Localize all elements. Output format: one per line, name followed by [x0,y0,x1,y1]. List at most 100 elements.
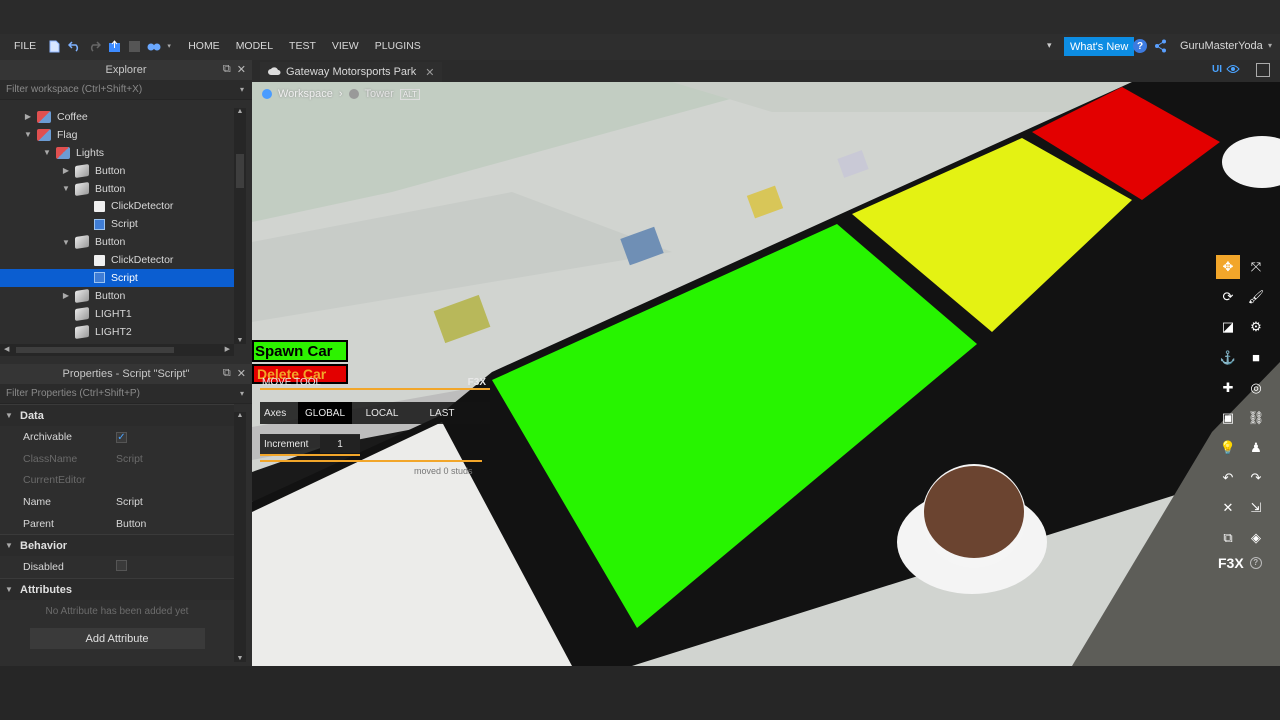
axes-local-option[interactable]: LOCAL [352,408,412,419]
scroll-up-arrow-icon[interactable]: ▲ [234,412,246,419]
tab-home[interactable]: HOME [180,40,228,52]
scroll-left-arrow-icon[interactable]: ◀ [4,345,9,353]
close-icon[interactable]: ✕ [237,63,246,76]
breadcrumb-tower[interactable]: Tower [365,88,394,100]
redo-tool-icon[interactable]: ↷ [1244,466,1268,490]
delete-tool-icon[interactable]: ✕ [1216,496,1240,520]
3d-viewport[interactable]: Workspace › Tower ALT Spawn Car Delete C… [252,82,1280,666]
help-icon[interactable]: ? [1249,556,1262,569]
explorer-item[interactable]: ▼ Button [0,180,234,198]
chevron-down-icon[interactable]: ▾ [165,37,173,55]
section-attributes[interactable]: ▼ Attributes [0,578,234,601]
spawn-car-button[interactable]: Spawn Car [252,340,348,362]
chevron-down-icon[interactable]: ▼ [61,184,71,193]
explorer-item[interactable]: LIGHT1 [0,305,234,323]
redo-icon[interactable] [85,37,103,55]
undo-tool-icon[interactable]: ↶ [1216,466,1240,490]
chevron-right-icon[interactable]: ▶ [23,112,33,121]
rotate-tool-icon[interactable]: ⟳ [1216,285,1240,309]
scroll-down-arrow-icon[interactable]: ▼ [234,655,246,662]
weld-tool-icon[interactable]: ⛓ [1244,406,1268,430]
explorer-filter-input[interactable]: Filter workspace (Ctrl+Shift+X) ▾ [0,80,252,100]
explorer-item[interactable]: Script [0,215,234,233]
stop-icon[interactable] [125,37,143,55]
clone-tool-icon[interactable]: ⧉ [1216,526,1240,550]
section-behavior[interactable]: ▼ Behavior [0,534,234,557]
close-icon[interactable]: ✕ [237,367,246,380]
tab-view[interactable]: VIEW [324,40,367,52]
close-tab-icon[interactable]: ✕ [425,66,434,79]
scroll-up-arrow-icon[interactable]: ▲ [234,108,246,115]
breadcrumb-workspace[interactable]: Workspace [278,88,333,100]
explorer-item[interactable]: LIGHT2 [0,323,234,341]
chevron-down-icon[interactable]: ▼ [23,130,33,139]
tab-model[interactable]: MODEL [228,40,281,52]
chevron-down-icon[interactable]: ▾ [240,389,244,398]
expand-arrow-icon[interactable]: ▼ [4,411,14,420]
explorer-horizontal-scrollbar[interactable]: ◀ ▶ [0,344,234,356]
user-menu-chevron-icon[interactable]: ▾ [1268,41,1272,50]
scroll-thumb[interactable] [236,154,244,188]
section-data[interactable]: ▼ Data [0,404,234,426]
fullscreen-icon[interactable] [1256,63,1270,77]
texture-tool-icon[interactable]: ▣ [1216,406,1240,430]
paint-tool-icon[interactable]: 🖌 [1244,285,1268,309]
share-icon[interactable] [1154,39,1167,56]
mesh-tool-icon[interactable]: ◎ [1244,376,1268,400]
eye-icon[interactable] [1226,64,1240,77]
properties-vertical-scrollbar[interactable]: ▲ ▼ [234,412,246,662]
chevron-right-icon[interactable]: ▶ [61,166,71,175]
name-field[interactable]: Script [116,496,143,508]
explorer-vertical-scrollbar[interactable]: ▲ ▼ [234,108,246,344]
tab-plugins[interactable]: PLUGINS [367,40,429,52]
chevron-right-icon[interactable]: ▶ [61,291,71,300]
undo-icon[interactable] [65,37,83,55]
increment-input[interactable]: 1 [320,435,360,453]
axes-last-option[interactable]: LAST [412,408,472,419]
explorer-item[interactable]: ▼ Lights [0,144,234,162]
file-menu[interactable]: FILE [0,40,44,52]
explorer-item[interactable]: ▼ Flag [0,126,234,144]
new-file-icon[interactable] [45,37,63,55]
undock-icon[interactable]: ⧉ [223,63,231,76]
help-icon[interactable]: ? [1133,39,1147,53]
chevron-down-icon[interactable]: ▾ [240,85,244,94]
explorer-item[interactable]: ClickDetector [0,251,234,269]
parent-field[interactable]: Button [116,518,146,530]
axes-global-option[interactable]: GLOBAL [298,402,352,424]
new-part-tool-icon[interactable]: ✚ [1216,376,1240,400]
publish-icon[interactable] [105,37,123,55]
disabled-checkbox[interactable] [116,560,127,572]
expand-arrow-icon[interactable]: ▼ [4,585,14,594]
properties-filter-input[interactable]: Filter Properties (Ctrl+Shift+P) ▾ [0,384,252,404]
explorer-item[interactable]: ▶ Coffee [0,108,234,126]
add-attribute-button[interactable]: Add Attribute [29,628,205,650]
decorate-tool-icon[interactable]: ♟ [1244,436,1268,460]
ribbon-collapse-icon[interactable]: ▾ [1047,40,1052,51]
surface-tool-icon[interactable]: ◪ [1216,315,1240,339]
group-tool-icon[interactable]: ◈ [1244,526,1268,550]
chevron-down-icon[interactable]: ▼ [61,238,71,247]
move-tool-icon[interactable]: ✥ [1216,255,1240,279]
explorer-item[interactable]: ▼ Button [0,233,234,251]
scroll-down-arrow-icon[interactable]: ▼ [234,337,246,344]
team-create-icon[interactable] [145,37,163,55]
explorer-item[interactable]: Script [0,269,234,287]
collision-tool-icon[interactable]: ■ [1244,345,1268,369]
archivable-checkbox[interactable]: ✓ [116,431,127,443]
ui-toggle[interactable]: UI [1212,64,1222,75]
explorer-item[interactable]: ClickDetector [0,197,234,215]
scroll-right-arrow-icon[interactable]: ▶ [225,345,230,353]
export-tool-icon[interactable]: ⇲ [1244,496,1268,520]
lighting-tool-icon[interactable]: 💡 [1216,436,1240,460]
tab-test[interactable]: TEST [281,40,324,52]
anchor-tool-icon[interactable]: ⚓ [1216,346,1240,370]
username[interactable]: GuruMasterYoda [1180,40,1263,52]
explorer-item[interactable]: ▶ Button [0,162,234,180]
chevron-down-icon[interactable]: ▼ [42,148,52,157]
resize-tool-icon[interactable]: ⤧ [1244,255,1268,279]
explorer-item[interactable]: ▶ Button [0,287,234,305]
whats-new-button[interactable]: What's New [1064,37,1135,56]
undock-icon[interactable]: ⧉ [223,367,231,380]
tab-gateway-motorsports-park[interactable]: Gateway Motorsports Park ✕ [260,62,443,82]
